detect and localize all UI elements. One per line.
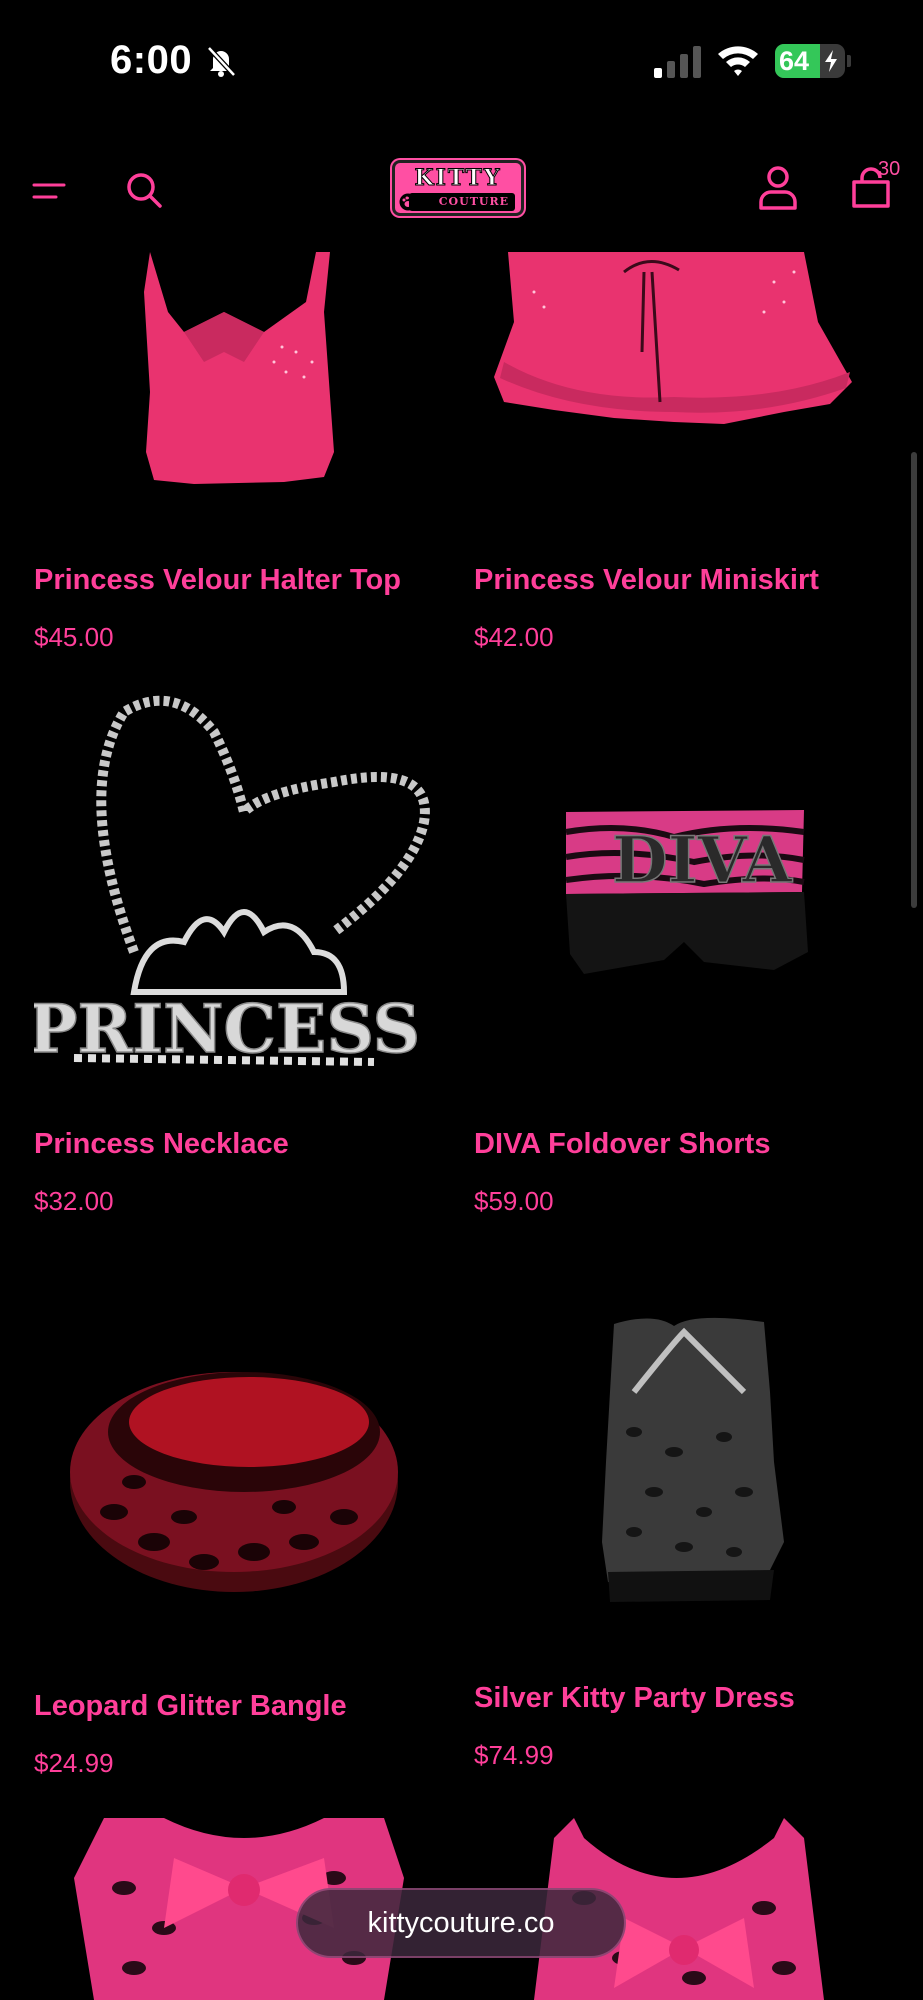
status-bar: 6:00 64	[0, 0, 923, 120]
product-name[interactable]: Princess Velour Miniskirt	[474, 564, 819, 597]
logo-text-bottom: COUTURE	[409, 193, 515, 211]
battery-indicator: 64	[775, 44, 845, 78]
battery-level: 64	[779, 46, 810, 76]
product-card[interactable]: Princess Velour Halter Top $45.00	[34, 252, 454, 672]
product-card[interactable]: Princess Velour Miniskirt $42.00	[474, 252, 894, 672]
product-image[interactable]	[34, 1282, 454, 1642]
product-price: $42.00	[474, 622, 554, 652]
site-logo[interactable]: KITTY COUTURE	[392, 160, 524, 216]
product-name[interactable]: Princess Velour Halter Top	[34, 564, 401, 597]
product-image[interactable]: DIVA	[474, 692, 894, 1072]
product-name[interactable]: Princess Necklace	[34, 1128, 289, 1161]
product-image[interactable]: PRINCESS	[34, 692, 454, 1072]
product-price: $24.99	[34, 1748, 114, 1778]
search-icon[interactable]	[124, 170, 164, 210]
wifi-icon	[718, 46, 758, 76]
scrollbar[interactable]	[911, 452, 917, 908]
hamburger-menu-icon[interactable]	[32, 174, 66, 208]
product-image[interactable]	[34, 252, 454, 492]
product-card[interactable]: Silver Kitty Party Dress $74.99	[474, 1282, 894, 1802]
cellular-signal-icon	[654, 46, 701, 78]
site-header: KITTY COUTURE 30	[0, 140, 923, 252]
battery-cap	[847, 55, 851, 67]
account-icon[interactable]	[758, 164, 798, 210]
product-card[interactable]: Leopard Glitter Bangle $24.99	[34, 1282, 454, 1802]
product-name[interactable]: Silver Kitty Party Dress	[474, 1682, 795, 1715]
product-price: $74.99	[474, 1740, 554, 1770]
status-time: 6:00	[110, 38, 193, 82]
product-price: $45.00	[34, 622, 114, 652]
product-image[interactable]	[474, 1282, 894, 1642]
product-price: $32.00	[34, 1186, 114, 1216]
product-name[interactable]: Leopard Glitter Bangle	[34, 1690, 347, 1723]
product-card[interactable]: PRINCESS Princess Necklace $32.00	[34, 692, 454, 1232]
product-image[interactable]	[474, 252, 894, 492]
browser-url-bar[interactable]: kittycouture.co	[296, 1888, 626, 1958]
cart-count-badge: 30	[878, 158, 901, 180]
product-card[interactable]: DIVA DIVA Foldover Shorts $59.00	[474, 692, 894, 1232]
product-price: $59.00	[474, 1186, 554, 1216]
shorts-print-text: DIVA	[612, 823, 793, 898]
logo-text-top: KITTY	[414, 165, 502, 192]
bell-slash-icon	[207, 46, 236, 77]
product-name[interactable]: DIVA Foldover Shorts	[474, 1128, 770, 1161]
charging-bolt-icon	[825, 50, 837, 72]
